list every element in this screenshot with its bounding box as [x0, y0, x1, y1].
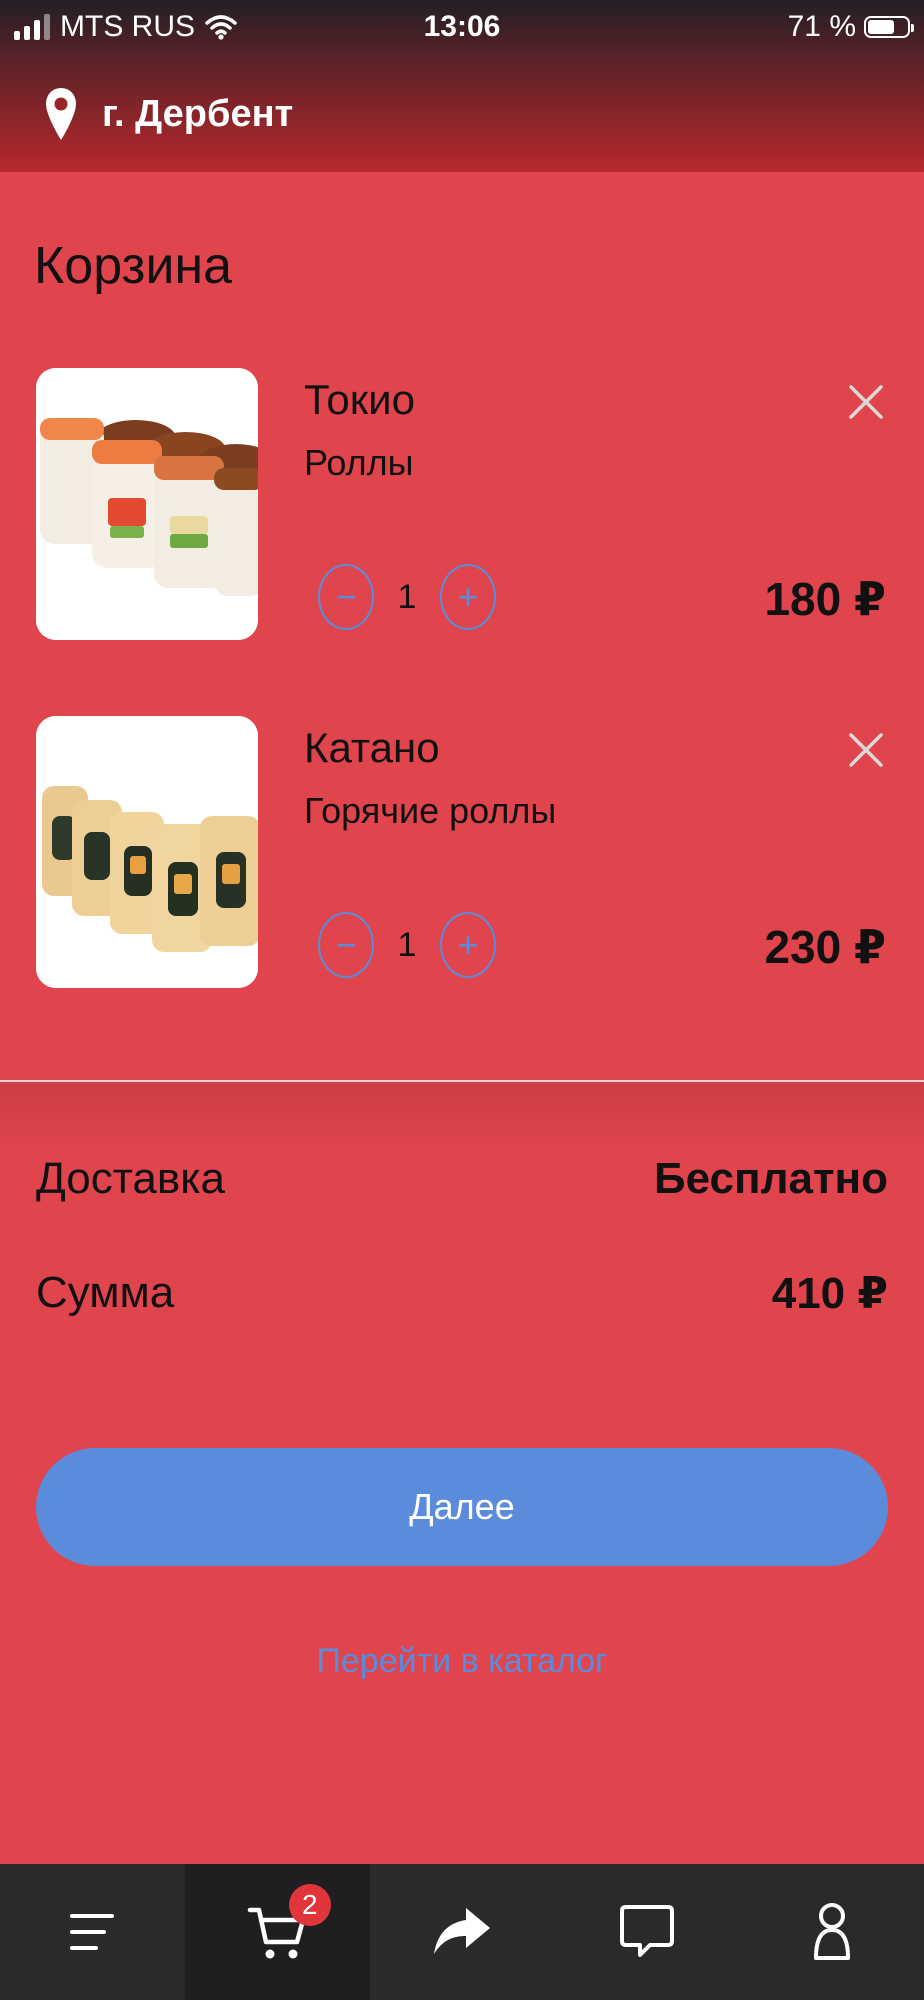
- tab-chat[interactable]: [554, 1864, 739, 2000]
- status-time: 13:06: [423, 10, 501, 43]
- status-right: 71 %: [787, 10, 914, 44]
- total-value: 410 ₽: [771, 1269, 888, 1318]
- profile-icon: [813, 1903, 850, 1960]
- decrease-quantity-button[interactable]: −: [318, 912, 374, 978]
- battery-percent: 71 %: [787, 10, 856, 43]
- divider-shadow: [0, 1082, 924, 1152]
- next-button[interactable]: Далее: [36, 1448, 888, 1566]
- tab-menu[interactable]: [0, 1864, 185, 2000]
- top-bar: MTS RUS 13:06 71 % г. Дербент: [0, 0, 924, 172]
- location-selector[interactable]: г. Дербент: [44, 86, 293, 142]
- total-label: Сумма: [36, 1268, 175, 1317]
- quantity-value: 1: [397, 925, 417, 964]
- quantity-stepper: − 1 +: [318, 912, 496, 978]
- cart-item: Токио Роллы − 1 + 180 ₽: [0, 368, 924, 640]
- total-row: Сумма 410 ₽: [36, 1268, 888, 1319]
- item-category: Горячие роллы: [304, 790, 557, 831]
- battery-icon: [864, 16, 914, 38]
- tab-cart[interactable]: 2: [184, 1864, 370, 2000]
- chat-icon: [619, 1905, 674, 1957]
- remove-item-icon[interactable]: [848, 732, 884, 768]
- cart-item: Катано Горячие роллы − 1 + 230 ₽: [0, 716, 924, 988]
- city-name: г. Дербент: [102, 92, 294, 135]
- cart-count-badge: 2: [288, 1884, 331, 1926]
- quantity-stepper: − 1 +: [318, 564, 496, 630]
- map-pin-icon: [46, 88, 76, 140]
- item-price: 230 ₽: [764, 921, 886, 973]
- delivery-label: Доставка: [36, 1154, 225, 1203]
- item-price: 180 ₽: [764, 573, 886, 625]
- product-image: [36, 716, 258, 988]
- menu-icon: [70, 1914, 115, 1950]
- go-to-catalog-link[interactable]: Перейти в каталог: [0, 1642, 924, 1681]
- decrease-quantity-button[interactable]: −: [318, 564, 374, 630]
- quantity-value: 1: [397, 577, 417, 616]
- share-icon: [433, 1908, 490, 1954]
- item-category: Роллы: [304, 442, 414, 483]
- bottom-tab-bar: 2: [0, 1864, 924, 2000]
- delivery-row: Доставка Бесплатно: [36, 1154, 888, 1204]
- delivery-value: Бесплатно: [654, 1154, 888, 1203]
- item-name: Катано: [304, 724, 440, 771]
- product-image: [36, 368, 258, 640]
- page-title: Корзина: [34, 237, 233, 295]
- increase-quantity-button[interactable]: +: [440, 912, 496, 978]
- tab-profile[interactable]: [739, 1864, 924, 2000]
- remove-item-icon[interactable]: [848, 384, 884, 420]
- status-bar: MTS RUS 13:06 71 %: [0, 0, 924, 56]
- item-name: Токио: [304, 376, 415, 423]
- increase-quantity-button[interactable]: +: [440, 564, 496, 630]
- tab-share[interactable]: [370, 1864, 555, 2000]
